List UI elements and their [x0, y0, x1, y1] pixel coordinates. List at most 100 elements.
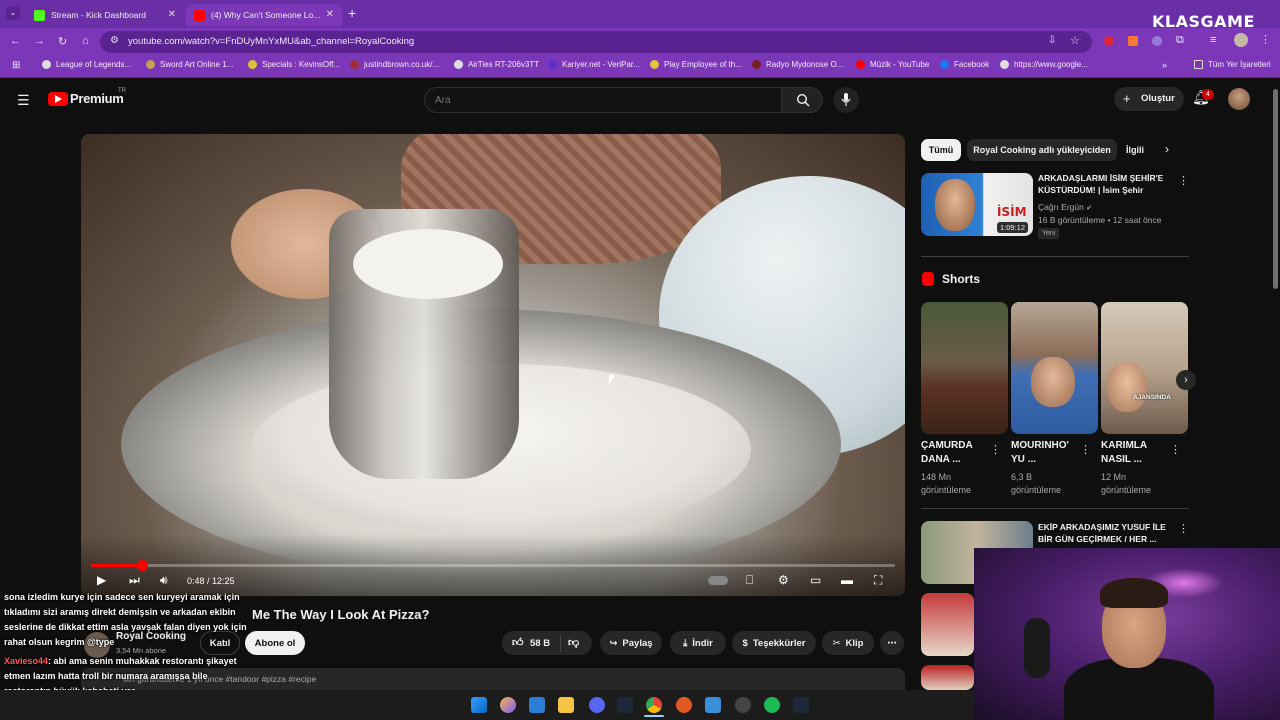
youtube-logo-icon[interactable]: [48, 92, 68, 106]
video-thumbnail[interactable]: İSİM 1:09:12: [921, 173, 1033, 236]
create-button[interactable]: + Oluştur: [1114, 87, 1184, 111]
sidebar-video-channel[interactable]: Çağrı Ergün ✔: [1038, 201, 1092, 215]
short-more-options-icon[interactable]: ⋮: [1080, 443, 1091, 456]
photos-icon[interactable]: [705, 697, 721, 713]
dislike-icon[interactable]: 👎︎: [568, 636, 579, 649]
video-progress-bar[interactable]: [91, 560, 895, 571]
tab-close-icon[interactable]: ✕: [326, 9, 334, 20]
bookmark-item[interactable]: Kariyer.net - VeriPar...: [548, 60, 640, 69]
profile-avatar[interactable]: [1234, 33, 1248, 47]
extension-icon[interactable]: [1128, 36, 1138, 46]
video-player[interactable]: [81, 134, 905, 596]
video-thumbnail[interactable]: [921, 665, 974, 690]
miniplayer-icon[interactable]: ▭: [810, 573, 821, 587]
shorts-next-button[interactable]: ›: [1176, 370, 1196, 390]
video-more-options-icon[interactable]: ⋮: [1178, 174, 1189, 187]
settings-gear-icon[interactable]: ⚙: [778, 573, 789, 587]
extensions-puzzle-icon[interactable]: ⧉: [1176, 34, 1184, 47]
fullscreen-icon[interactable]: ⛶: [874, 573, 882, 588]
tab-kick-dashboard[interactable]: Stream - Kick Dashboard ✕: [26, 4, 184, 26]
extension-icon[interactable]: [1104, 36, 1114, 46]
file-explorer-icon[interactable]: [558, 697, 574, 713]
apps-grid-icon[interactable]: ⊞: [12, 60, 20, 71]
bookmark-item[interactable]: Müzik - YouTube: [856, 60, 929, 69]
omnibox[interactable]: ⚙ youtube.com/watch?v=FnDUyMnYxMU&ab_cha…: [100, 31, 1092, 53]
search-button[interactable]: [781, 87, 823, 113]
theater-mode-icon[interactable]: ▬: [841, 573, 853, 587]
chips-next-icon[interactable]: ›: [1165, 142, 1169, 156]
more-bookmarks-icon[interactable]: »: [1162, 60, 1167, 70]
join-button[interactable]: Katıl: [200, 631, 240, 655]
chip-all[interactable]: Tümü: [921, 139, 961, 161]
next-video-icon[interactable]: ⏭: [129, 573, 140, 588]
home-icon[interactable]: ⌂: [82, 35, 89, 47]
short-more-options-icon[interactable]: ⋮: [990, 443, 1001, 456]
more-actions-icon[interactable]: ⋯: [880, 631, 904, 655]
thanks-button[interactable]: $ Teşekkürler: [732, 631, 816, 655]
media-control-icon[interactable]: ≡: [1210, 34, 1216, 46]
store-icon[interactable]: [529, 697, 545, 713]
short-title[interactable]: KARIMLA NASIL ...: [1101, 439, 1171, 467]
subtitles-icon[interactable]: ⎕: [746, 573, 753, 588]
app-icon[interactable]: [735, 697, 751, 713]
sidebar-video-title[interactable]: ARKADAŞLARMI İSİM ŞEHİR'E KÜSTÜRDÜM! | İ…: [1038, 172, 1168, 196]
hamburger-menu-icon[interactable]: ☰: [17, 92, 30, 109]
short-thumbnail[interactable]: AJANSINDA: [1101, 302, 1188, 434]
video-thumbnail[interactable]: [921, 593, 974, 656]
scrollbar-thumb[interactable]: [1273, 89, 1278, 289]
subscribe-button[interactable]: Abone ol: [245, 631, 305, 655]
new-tab-button[interactable]: +: [348, 5, 356, 21]
short-thumbnail[interactable]: [921, 302, 1008, 434]
autoplay-toggle[interactable]: [708, 576, 728, 585]
bookmark-item[interactable]: Radyo Mydonose O...: [752, 60, 843, 69]
extension-icon[interactable]: [1152, 36, 1162, 46]
tab-search-dropdown[interactable]: ⌄: [6, 6, 20, 20]
discord-icon[interactable]: [589, 697, 605, 713]
chip-related[interactable]: İlgili: [1122, 139, 1148, 161]
install-icon[interactable]: ⇩: [1048, 35, 1056, 46]
bookmark-star-icon[interactable]: ☆: [1070, 34, 1080, 47]
video-more-options-icon[interactable]: ⋮: [1178, 522, 1189, 535]
chrome-icon[interactable]: [646, 697, 662, 713]
windows-start-icon[interactable]: [471, 697, 487, 713]
tab-youtube-video[interactable]: (4) Why Can't Someone Lo... ✕: [186, 4, 342, 26]
download-button[interactable]: ⤓ İndir: [670, 631, 726, 655]
steam-icon[interactable]: [793, 697, 809, 713]
short-thumbnail[interactable]: [1011, 302, 1098, 434]
channel-name[interactable]: Royal Cooking: [116, 631, 186, 642]
site-info-icon[interactable]: ⚙: [110, 35, 119, 46]
all-bookmarks-folder[interactable]: Tüm Yer İşaretleri: [1194, 60, 1271, 69]
like-icon[interactable]: 👍︎: [512, 636, 524, 649]
back-icon[interactable]: ←: [10, 35, 21, 47]
bookmark-item[interactable]: Facebook: [940, 60, 989, 69]
short-more-options-icon[interactable]: ⋮: [1170, 443, 1181, 456]
share-button[interactable]: ↪ Paylaş: [600, 631, 662, 655]
forward-icon[interactable]: →: [34, 35, 45, 47]
like-count[interactable]: 58 B: [530, 638, 550, 649]
bookmark-item[interactable]: justindbrown.co.uk/...: [350, 60, 439, 69]
volume-icon[interactable]: 🔊︎: [160, 573, 168, 588]
reload-icon[interactable]: ↻: [58, 35, 67, 48]
bookmark-item[interactable]: https://www.google...: [1000, 60, 1088, 69]
search-box[interactable]: [424, 87, 782, 113]
bookmark-item[interactable]: League of Legends...: [42, 60, 131, 69]
browser-menu-icon[interactable]: ⋮: [1260, 33, 1271, 46]
bookmark-item[interactable]: Play Employee of th...: [650, 60, 742, 69]
bookmark-item[interactable]: Specials : KevinsOff...: [248, 60, 340, 69]
short-title[interactable]: ÇAMURDA DANA ...: [921, 439, 991, 467]
spotify-icon[interactable]: [764, 697, 780, 713]
search-input[interactable]: [435, 93, 765, 107]
bookmark-item[interactable]: Sword Art Online 1...: [146, 60, 233, 69]
play-icon[interactable]: ▶: [97, 573, 106, 587]
user-avatar[interactable]: [1228, 88, 1250, 110]
clip-button[interactable]: ✂ Klip: [822, 631, 874, 655]
app-icon[interactable]: [676, 697, 692, 713]
voice-search-button[interactable]: [833, 87, 859, 113]
youtube-premium-logo[interactable]: Premium: [70, 91, 124, 106]
copilot-icon[interactable]: [500, 697, 516, 713]
bookmark-item[interactable]: AirTies RT-206v3TT: [454, 60, 539, 69]
chip-from-uploader[interactable]: Royal Cooking adlı yükleyiciden: [967, 139, 1117, 161]
short-title[interactable]: MOURINHO' YU ...: [1011, 439, 1081, 467]
sidebar-video-title[interactable]: EKİP ARKADAŞIMIZ YUSUF İLE BİR GÜN GEÇİR…: [1038, 521, 1170, 545]
steam-icon[interactable]: [617, 697, 633, 713]
